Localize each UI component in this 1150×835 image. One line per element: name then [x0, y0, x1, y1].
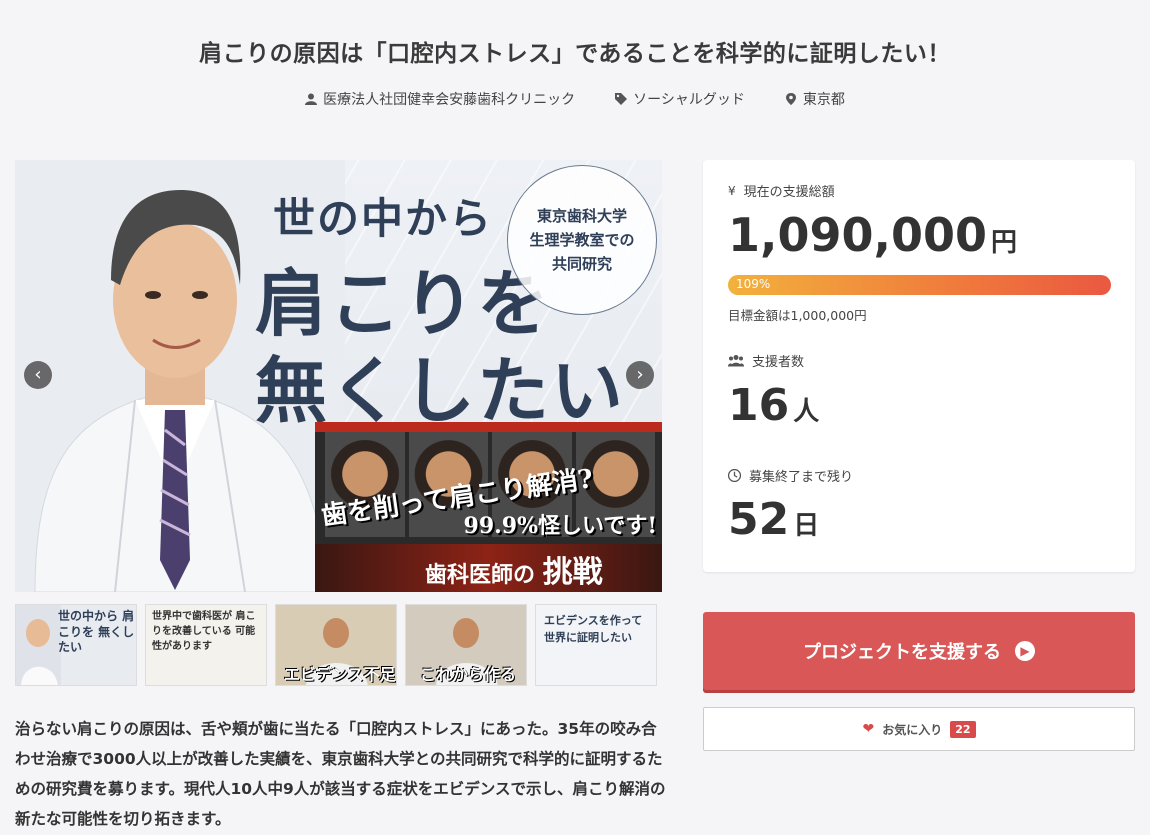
page-title: 肩こりの原因は「口腔内ストレス」であることを科学的に証明したい！	[199, 41, 951, 67]
favorite-count-badge: 22	[950, 720, 976, 738]
project-description: 治らない肩こりの原因は、舌や頬が歯に当たる「口腔内ストレス」にあった。35年の咬…	[15, 720, 666, 828]
total-label-row: ¥ 現在の支援総額	[728, 181, 835, 201]
total-label: 現在の支援総額	[743, 185, 835, 200]
video-strip	[315, 422, 662, 432]
person-icon	[305, 93, 318, 105]
research-badge: 東京歯科大学 生理学教室での 共同研究	[507, 165, 657, 315]
category-name: ソーシャルグッド	[633, 92, 745, 108]
thumbnail-5[interactable]: エビデンスを作って 世界に証明したい	[535, 604, 657, 686]
funding-stats-card: ¥ 現在の支援総額 1,090,000 円 109% 目標金額は1,000,000…	[703, 160, 1135, 572]
support-button-label: プロジェクトを支援する	[803, 642, 1001, 663]
supporters-label: 支援者数	[752, 355, 805, 370]
thumbnail-caption: 世界中で歯科医が 肩こりを改善している 可能性があります	[152, 611, 256, 652]
supporters-label-row: 支援者数	[728, 351, 804, 370]
goal-amount: 目標金額は1,000,000円	[728, 308, 867, 323]
clock-icon	[728, 469, 741, 482]
badge-line-3: 共同研究	[551, 255, 612, 273]
hero-headline-1: 世の中から	[273, 194, 494, 243]
carousel-next-button[interactable]: ›	[626, 361, 654, 389]
thumbnail-2[interactable]: 世界中で歯科医が 肩こりを改善している 可能性があります	[145, 604, 267, 686]
favorite-label: お気に入り	[882, 722, 943, 737]
hero-image: 世の中から 肩こりを 無くしたい 東京歯科大学 生理学教室での 共同研究 歯を削…	[15, 160, 662, 592]
thumbnail-caption: 世の中から 肩こりを 無くしたい	[58, 609, 135, 655]
progress-label: 109%	[736, 277, 771, 291]
thumbnail-caption: エビデンスを作って 世界に証明したい	[544, 614, 643, 644]
tag-icon	[615, 93, 628, 105]
owner-name: 医療法人社団健幸会安藤歯科クリニック	[323, 92, 576, 108]
remaining-label: 募集終了まで残り	[749, 470, 854, 485]
supporters-count: 16 人	[728, 380, 820, 431]
badge-line-2: 生理学教室での	[529, 231, 635, 249]
meta-owner[interactable]: 医療法人社団健幸会安藤歯科クリニック	[305, 89, 575, 109]
remaining-days: 52 日	[728, 494, 820, 545]
doctor-thumb-icon	[16, 605, 61, 685]
progress-bar: 109%	[728, 275, 1111, 295]
meta-location[interactable]: 東京都	[785, 89, 845, 109]
group-icon	[728, 355, 744, 367]
thumbnail-4[interactable]: これから作る	[405, 604, 527, 686]
thumbnail-caption: エビデンス不足	[284, 665, 396, 684]
favorite-button[interactable]: ❤ お気に入り 22	[703, 707, 1135, 751]
video-thumbnail-collage: 歯を削って肩こり解消? 99.9%怪しいです! 歯科医師の 挑戦	[315, 422, 662, 592]
video-caption-2: 99.9%怪しいです!	[463, 513, 657, 539]
thumbnail-1[interactable]: 世の中から 肩こりを 無くしたい	[15, 604, 137, 686]
location-pin-icon	[785, 93, 796, 105]
meta-category[interactable]: ソーシャルグッド	[615, 89, 745, 109]
thumbnail-3[interactable]: エビデンス不足	[275, 604, 397, 686]
remaining-label-row: 募集終了まで残り	[728, 466, 853, 485]
thumbnail-caption: これから作る	[420, 665, 517, 684]
arrow-right-icon: ▶	[1015, 641, 1035, 661]
thumbnail-strip: 世の中から 肩こりを 無くしたい 世界中で歯科医が 肩こりを改善している 可能性…	[15, 604, 662, 686]
total-amount: 1,090,000 円	[728, 208, 1018, 262]
video-caption-3: 歯科医師の 挑戦	[425, 555, 603, 590]
badge-line-1: 東京歯科大学	[536, 207, 627, 225]
carousel-prev-button[interactable]: ‹	[24, 361, 52, 389]
yen-icon: ¥	[728, 183, 736, 198]
heart-icon: ❤	[862, 721, 875, 737]
location-name: 東京都	[802, 92, 845, 108]
project-meta: 医療法人社団健幸会安藤歯科クリニック ソーシャルグッド 東京都	[0, 89, 1150, 109]
support-project-button[interactable]: プロジェクトを支援する ▶	[703, 612, 1135, 690]
